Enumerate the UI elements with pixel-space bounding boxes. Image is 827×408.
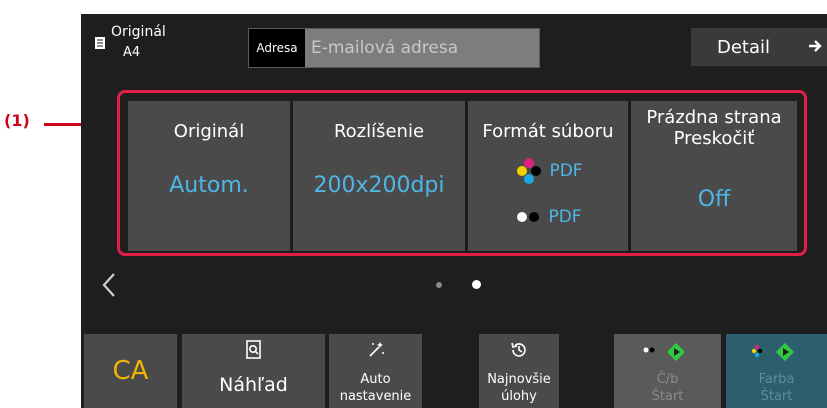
- bw-start-icon: [643, 343, 685, 361]
- preview-label: Náhľad: [219, 374, 288, 396]
- chevron-left-icon[interactable]: [101, 272, 117, 298]
- color-start-icon: [751, 343, 794, 361]
- tile-value: 200x200dpi: [313, 173, 445, 198]
- detail-label: Detail: [717, 36, 771, 58]
- tile-title: Formát súboru: [482, 121, 614, 142]
- magic-wand-icon: [368, 342, 384, 357]
- tile-original[interactable]: Originál Autom.: [128, 101, 290, 251]
- recent-label-line2: úlohy: [501, 389, 537, 404]
- scan-screen: Originál A4 Adresa Detail Originál Autom…: [81, 14, 827, 408]
- tile-title-line1: Prázdna strana: [646, 107, 782, 128]
- recent-jobs-button[interactable]: Najnovšie úlohy: [479, 334, 559, 408]
- tile-value: Off: [697, 187, 731, 212]
- preview-icon: [245, 340, 261, 359]
- history-icon: [511, 342, 526, 357]
- color-start-button[interactable]: Farba Štart: [726, 334, 827, 408]
- address-label[interactable]: Adresa: [249, 29, 305, 67]
- page-dot[interactable]: [436, 282, 442, 288]
- original-label: Originál: [111, 24, 166, 40]
- original-size: A4: [123, 45, 141, 60]
- color-format-value: PDF: [549, 161, 583, 181]
- tile-resolution[interactable]: Rozlíšenie 200x200dpi: [293, 101, 465, 251]
- tile-title-line2: Preskočiť: [673, 128, 755, 149]
- auto-label-line2: nastavenie: [339, 389, 412, 404]
- tile-title: Originál: [173, 121, 245, 142]
- tile-value: Autom.: [169, 173, 249, 198]
- bw-format-value: PDF: [548, 207, 582, 227]
- document-icon: [95, 37, 105, 49]
- auto-label-line1: Auto: [360, 372, 391, 387]
- email-address-input[interactable]: [305, 29, 539, 67]
- clear-all-button[interactable]: CA: [84, 334, 177, 408]
- detail-button[interactable]: Detail: [691, 28, 827, 66]
- auto-setting-button[interactable]: Auto nastavenie: [329, 334, 422, 408]
- color-format-row: PDF: [468, 157, 628, 185]
- color-dots-icon: [517, 158, 542, 184]
- tile-file-format[interactable]: Formát súboru PDF PDF: [468, 101, 628, 251]
- settings-panel: Originál Autom. Rozlíšenie 200x200dpi Fo…: [117, 90, 807, 256]
- tile-title: Rozlíšenie: [333, 121, 425, 142]
- color-start-label-line2: Štart: [760, 389, 793, 404]
- ca-label: CA: [112, 356, 149, 386]
- page-dot-active[interactable]: [472, 280, 481, 289]
- bw-start-button[interactable]: Č/b Štart: [614, 334, 721, 408]
- bw-start-label-line1: Č/b: [656, 372, 679, 387]
- recent-label-line1: Najnovšie: [487, 372, 551, 387]
- callout-label: (1): [4, 111, 30, 130]
- bw-format-row: PDF: [468, 207, 628, 227]
- bw-start-label-line2: Štart: [651, 389, 684, 404]
- tile-blank-page-skip[interactable]: Prázdna strana Preskočiť Off: [631, 101, 797, 251]
- color-start-label-line1: Farba: [758, 372, 795, 387]
- arrow-right-icon: [809, 40, 822, 52]
- tile-title: Prázdna strana Preskočiť: [631, 107, 797, 149]
- preview-button[interactable]: Náhľad: [182, 334, 325, 408]
- bw-dots-icon: [517, 212, 540, 222]
- address-field[interactable]: Adresa: [248, 28, 540, 68]
